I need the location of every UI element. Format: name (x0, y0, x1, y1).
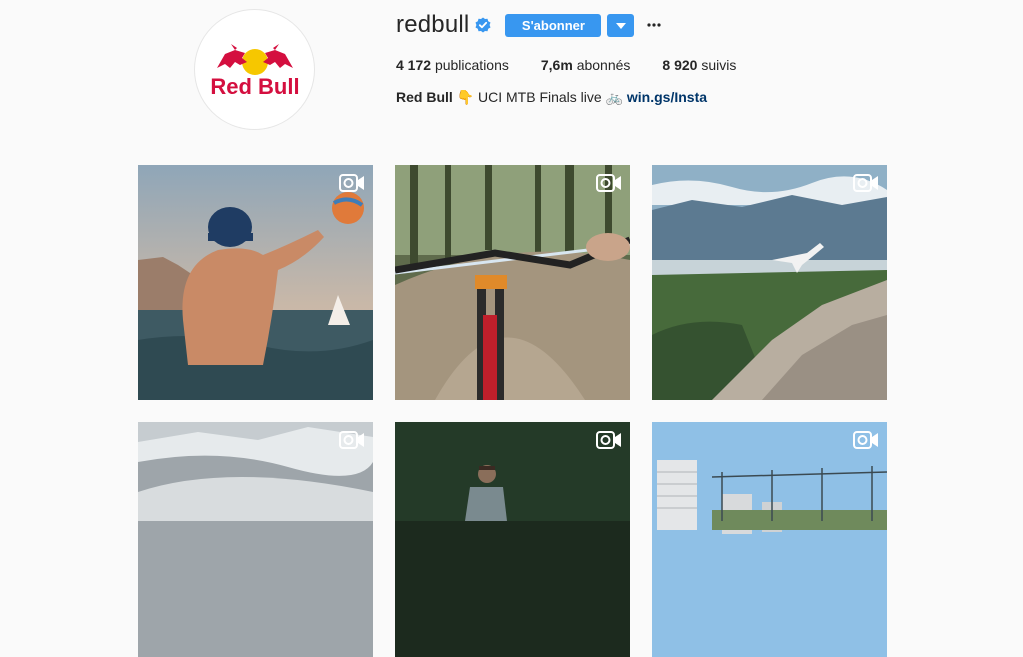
video-icon (596, 174, 622, 192)
video-icon (596, 431, 622, 449)
post-thumbnail[interactable] (395, 422, 630, 657)
bio-text: UCI MTB Finals live (478, 89, 602, 105)
posts-count: 4 172 (396, 57, 432, 73)
following-stat[interactable]: 8 920 suivis (662, 57, 736, 73)
posts-label: publications (434, 57, 509, 73)
bio-link[interactable]: win.gs/Insta (627, 89, 707, 105)
video-icon (853, 431, 879, 449)
profile-bio: Red Bull 👇 UCI MTB Finals live 🚲 win.gs/… (396, 89, 1023, 106)
following-label: suivis (701, 57, 737, 73)
red-bull-logo: Red Bull (210, 44, 300, 99)
follow-button[interactable]: S'abonner (505, 13, 602, 37)
chevron-down-icon (615, 16, 626, 34)
svg-text:Red Bull: Red Bull (210, 74, 299, 99)
bio-name: Red Bull (396, 89, 453, 105)
followers-count: 7,6m (540, 57, 573, 73)
post-thumbnail[interactable] (652, 165, 887, 400)
following-count: 8 920 (662, 57, 698, 73)
profile-avatar[interactable]: Red Bull (194, 9, 315, 130)
post-thumbnail[interactable] (138, 422, 373, 657)
post-thumbnail[interactable] (138, 165, 373, 400)
verified-badge-icon (475, 17, 491, 33)
profile-stats: 4 172 publications 7,6m abonnés 8 920 su… (396, 57, 1023, 73)
follow-dropdown-button[interactable] (607, 13, 635, 37)
more-options-icon[interactable] (644, 14, 664, 37)
post-thumbnail[interactable] (395, 165, 630, 400)
followers-stat[interactable]: 7,6m abonnés (541, 57, 631, 73)
bicycle-emoji: 🚲 (605, 89, 624, 105)
profile-header-row: redbull S'abonner (396, 10, 1023, 40)
video-icon (339, 174, 365, 192)
video-icon (339, 431, 365, 449)
followers-label: abonnés (576, 57, 631, 73)
post-thumbnail[interactable] (652, 422, 887, 657)
video-icon (853, 174, 879, 192)
posts-stat: 4 172 publications (396, 57, 509, 73)
username: redbull (396, 11, 470, 38)
profile-info: redbull S'abonner 4 172 publications 7,6… (396, 10, 1023, 106)
pointing-down-emoji: 👇 (456, 89, 475, 105)
